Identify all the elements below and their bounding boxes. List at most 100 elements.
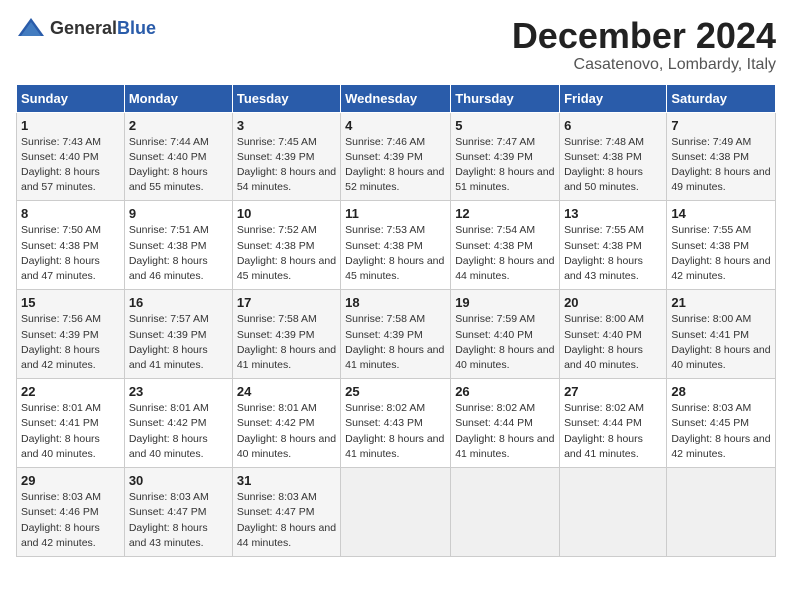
table-cell: 1 Sunrise: 7:43 AM Sunset: 4:40 PM Dayli… — [17, 112, 125, 201]
day-number: 25 — [345, 384, 446, 399]
day-number: 27 — [564, 384, 662, 399]
day-info: Sunrise: 8:03 AM Sunset: 4:45 PM Dayligh… — [671, 401, 771, 462]
calendar-week-row: 22 Sunrise: 8:01 AM Sunset: 4:41 PM Dayl… — [17, 379, 776, 468]
day-number: 29 — [21, 473, 120, 488]
table-cell: 14 Sunrise: 7:55 AM Sunset: 4:38 PM Dayl… — [667, 201, 776, 290]
table-cell: 17 Sunrise: 7:58 AM Sunset: 4:39 PM Dayl… — [232, 290, 340, 379]
table-cell: 5 Sunrise: 7:47 AM Sunset: 4:39 PM Dayli… — [451, 112, 560, 201]
col-thursday: Thursday — [451, 84, 560, 112]
table-cell — [667, 468, 776, 557]
day-info: Sunrise: 7:50 AM Sunset: 4:38 PM Dayligh… — [21, 223, 120, 284]
calendar-week-row: 8 Sunrise: 7:50 AM Sunset: 4:38 PM Dayli… — [17, 201, 776, 290]
day-number: 16 — [129, 295, 228, 310]
col-monday: Monday — [124, 84, 232, 112]
table-cell: 24 Sunrise: 8:01 AM Sunset: 4:42 PM Dayl… — [232, 379, 340, 468]
table-cell: 15 Sunrise: 7:56 AM Sunset: 4:39 PM Dayl… — [17, 290, 125, 379]
day-number: 5 — [455, 118, 555, 133]
col-friday: Friday — [560, 84, 667, 112]
day-number: 13 — [564, 206, 662, 221]
table-cell: 6 Sunrise: 7:48 AM Sunset: 4:38 PM Dayli… — [560, 112, 667, 201]
day-number: 30 — [129, 473, 228, 488]
table-cell: 18 Sunrise: 7:58 AM Sunset: 4:39 PM Dayl… — [341, 290, 451, 379]
day-info: Sunrise: 7:58 AM Sunset: 4:39 PM Dayligh… — [237, 312, 336, 373]
day-info: Sunrise: 8:02 AM Sunset: 4:44 PM Dayligh… — [455, 401, 555, 462]
day-info: Sunrise: 7:47 AM Sunset: 4:39 PM Dayligh… — [455, 135, 555, 196]
page-header: GeneralBlue December 2024 Casatenovo, Lo… — [16, 16, 776, 74]
logo-general: General — [50, 18, 117, 38]
logo-icon — [16, 16, 46, 40]
day-info: Sunrise: 7:55 AM Sunset: 4:38 PM Dayligh… — [671, 223, 771, 284]
table-cell: 10 Sunrise: 7:52 AM Sunset: 4:38 PM Dayl… — [232, 201, 340, 290]
day-info: Sunrise: 7:48 AM Sunset: 4:38 PM Dayligh… — [564, 135, 662, 196]
day-number: 10 — [237, 206, 336, 221]
day-number: 3 — [237, 118, 336, 133]
day-info: Sunrise: 8:01 AM Sunset: 4:41 PM Dayligh… — [21, 401, 120, 462]
title-area: December 2024 Casatenovo, Lombardy, Ital… — [512, 16, 776, 74]
day-number: 23 — [129, 384, 228, 399]
day-number: 2 — [129, 118, 228, 133]
day-info: Sunrise: 8:02 AM Sunset: 4:44 PM Dayligh… — [564, 401, 662, 462]
day-number: 6 — [564, 118, 662, 133]
day-info: Sunrise: 7:59 AM Sunset: 4:40 PM Dayligh… — [455, 312, 555, 373]
table-cell: 31 Sunrise: 8:03 AM Sunset: 4:47 PM Dayl… — [232, 468, 340, 557]
day-info: Sunrise: 7:54 AM Sunset: 4:38 PM Dayligh… — [455, 223, 555, 284]
day-number: 8 — [21, 206, 120, 221]
day-info: Sunrise: 8:03 AM Sunset: 4:46 PM Dayligh… — [21, 490, 120, 551]
day-number: 22 — [21, 384, 120, 399]
calendar-week-row: 15 Sunrise: 7:56 AM Sunset: 4:39 PM Dayl… — [17, 290, 776, 379]
month-title: December 2024 — [512, 16, 776, 56]
col-sunday: Sunday — [17, 84, 125, 112]
table-cell: 9 Sunrise: 7:51 AM Sunset: 4:38 PM Dayli… — [124, 201, 232, 290]
day-number: 31 — [237, 473, 336, 488]
table-cell: 12 Sunrise: 7:54 AM Sunset: 4:38 PM Dayl… — [451, 201, 560, 290]
location-title: Casatenovo, Lombardy, Italy — [512, 56, 776, 74]
day-number: 11 — [345, 206, 446, 221]
logo: GeneralBlue — [16, 16, 156, 40]
table-cell: 2 Sunrise: 7:44 AM Sunset: 4:40 PM Dayli… — [124, 112, 232, 201]
day-number: 14 — [671, 206, 771, 221]
calendar-table: Sunday Monday Tuesday Wednesday Thursday… — [16, 84, 776, 557]
day-number: 28 — [671, 384, 771, 399]
day-info: Sunrise: 7:52 AM Sunset: 4:38 PM Dayligh… — [237, 223, 336, 284]
day-info: Sunrise: 8:00 AM Sunset: 4:40 PM Dayligh… — [564, 312, 662, 373]
table-cell: 3 Sunrise: 7:45 AM Sunset: 4:39 PM Dayli… — [232, 112, 340, 201]
day-info: Sunrise: 7:43 AM Sunset: 4:40 PM Dayligh… — [21, 135, 120, 196]
day-info: Sunrise: 8:00 AM Sunset: 4:41 PM Dayligh… — [671, 312, 771, 373]
table-cell: 27 Sunrise: 8:02 AM Sunset: 4:44 PM Dayl… — [560, 379, 667, 468]
logo-blue: Blue — [117, 18, 156, 38]
day-info: Sunrise: 8:01 AM Sunset: 4:42 PM Dayligh… — [237, 401, 336, 462]
day-number: 17 — [237, 295, 336, 310]
table-cell: 20 Sunrise: 8:00 AM Sunset: 4:40 PM Dayl… — [560, 290, 667, 379]
table-cell: 25 Sunrise: 8:02 AM Sunset: 4:43 PM Dayl… — [341, 379, 451, 468]
col-saturday: Saturday — [667, 84, 776, 112]
day-info: Sunrise: 7:45 AM Sunset: 4:39 PM Dayligh… — [237, 135, 336, 196]
day-info: Sunrise: 7:57 AM Sunset: 4:39 PM Dayligh… — [129, 312, 228, 373]
calendar-week-row: 1 Sunrise: 7:43 AM Sunset: 4:40 PM Dayli… — [17, 112, 776, 201]
table-cell: 21 Sunrise: 8:00 AM Sunset: 4:41 PM Dayl… — [667, 290, 776, 379]
day-number: 24 — [237, 384, 336, 399]
col-wednesday: Wednesday — [341, 84, 451, 112]
day-number: 12 — [455, 206, 555, 221]
table-cell: 28 Sunrise: 8:03 AM Sunset: 4:45 PM Dayl… — [667, 379, 776, 468]
day-info: Sunrise: 8:01 AM Sunset: 4:42 PM Dayligh… — [129, 401, 228, 462]
table-cell: 16 Sunrise: 7:57 AM Sunset: 4:39 PM Dayl… — [124, 290, 232, 379]
day-number: 19 — [455, 295, 555, 310]
day-number: 18 — [345, 295, 446, 310]
table-cell: 8 Sunrise: 7:50 AM Sunset: 4:38 PM Dayli… — [17, 201, 125, 290]
calendar-header-row: Sunday Monday Tuesday Wednesday Thursday… — [17, 84, 776, 112]
table-cell: 23 Sunrise: 8:01 AM Sunset: 4:42 PM Dayl… — [124, 379, 232, 468]
table-cell: 26 Sunrise: 8:02 AM Sunset: 4:44 PM Dayl… — [451, 379, 560, 468]
table-cell: 29 Sunrise: 8:03 AM Sunset: 4:46 PM Dayl… — [17, 468, 125, 557]
col-tuesday: Tuesday — [232, 84, 340, 112]
calendar-week-row: 29 Sunrise: 8:03 AM Sunset: 4:46 PM Dayl… — [17, 468, 776, 557]
day-number: 1 — [21, 118, 120, 133]
table-cell: 4 Sunrise: 7:46 AM Sunset: 4:39 PM Dayli… — [341, 112, 451, 201]
day-number: 21 — [671, 295, 771, 310]
day-info: Sunrise: 7:49 AM Sunset: 4:38 PM Dayligh… — [671, 135, 771, 196]
day-number: 20 — [564, 295, 662, 310]
table-cell: 11 Sunrise: 7:53 AM Sunset: 4:38 PM Dayl… — [341, 201, 451, 290]
table-cell: 19 Sunrise: 7:59 AM Sunset: 4:40 PM Dayl… — [451, 290, 560, 379]
day-info: Sunrise: 8:03 AM Sunset: 4:47 PM Dayligh… — [237, 490, 336, 551]
day-info: Sunrise: 7:55 AM Sunset: 4:38 PM Dayligh… — [564, 223, 662, 284]
table-cell: 22 Sunrise: 8:01 AM Sunset: 4:41 PM Dayl… — [17, 379, 125, 468]
